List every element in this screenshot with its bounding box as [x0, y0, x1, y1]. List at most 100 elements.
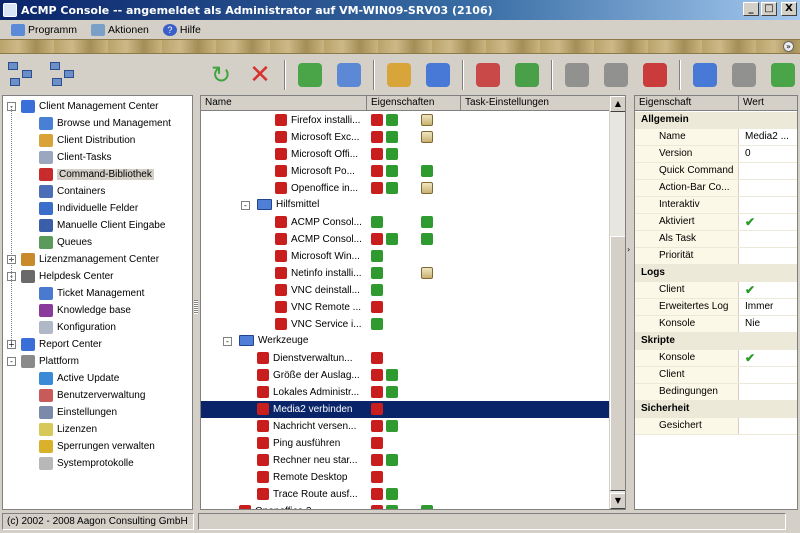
property-value[interactable]: Media2 ... [741, 129, 797, 145]
puzzle-grey-button[interactable] [562, 60, 592, 90]
tree-item-benutzerverwaltung[interactable]: Benutzerverwaltung [39, 387, 145, 404]
right-splitter[interactable]: › [626, 95, 634, 510]
property-row[interactable]: Name Media2 ... [635, 129, 797, 146]
list-item[interactable]: Firefox installi... [201, 112, 611, 129]
column-eigenschaften[interactable]: Eigenschaften [367, 96, 461, 111]
list-item[interactable]: - Hilfsmittel [201, 197, 611, 214]
left-splitter[interactable] [193, 95, 199, 510]
close-button[interactable]: X [781, 2, 797, 16]
new-command-button[interactable] [295, 60, 325, 90]
tree-item-client-management-center[interactable]: Client Management Center [21, 98, 159, 115]
property-row[interactable]: Version 0 [635, 146, 797, 163]
list-item[interactable]: VNC Service i... [201, 316, 611, 333]
scroll-up-button[interactable]: ▲ [610, 96, 625, 112]
property-value[interactable] [741, 384, 797, 400]
property-category[interactable]: Logs [635, 265, 797, 282]
property-row[interactable]: Client ✔ [635, 282, 797, 299]
property-row[interactable]: Gesichert [635, 418, 797, 435]
tree-item-client-tasks[interactable]: Client-Tasks [39, 149, 111, 166]
tree-item-knowledge-base[interactable]: Knowledge base [39, 302, 131, 319]
tree-item-active-update[interactable]: Active Update [39, 370, 119, 387]
list-item[interactable]: ACMP Consol... [201, 231, 611, 248]
chevron-right-icon[interactable]: › [627, 243, 633, 257]
tree-item-ticket-management[interactable]: Ticket Management [39, 285, 144, 302]
property-value[interactable] [741, 367, 797, 383]
list-item[interactable]: Ping ausführen [201, 435, 611, 452]
list-item[interactable]: Nachricht versen... [201, 418, 611, 435]
list-item[interactable]: Trace Route ausf... [201, 486, 611, 503]
property-value[interactable] [741, 180, 797, 196]
property-row[interactable]: Konsole Nie [635, 316, 797, 333]
puzzle-red-button[interactable] [640, 60, 670, 90]
list-item[interactable]: Microsoft Offi... [201, 146, 611, 163]
property-row[interactable]: Als Task [635, 231, 797, 248]
list-item[interactable]: Lokales Administr... [201, 384, 611, 401]
tree-item-helpdesk-center[interactable]: Helpdesk Center [21, 268, 113, 285]
tree-item-browse-und-management[interactable]: Browse und Management [39, 115, 171, 132]
property-value[interactable] [741, 248, 797, 264]
list-item[interactable]: Media2 verbinden [201, 401, 611, 418]
tree-item-lizenzen[interactable]: Lizenzen [39, 421, 97, 438]
list-item[interactable]: Openoffice 3 [201, 503, 611, 509]
property-value[interactable] [741, 231, 797, 247]
property-category[interactable]: Allgemein [635, 112, 797, 129]
package-button[interactable] [768, 60, 798, 90]
tree-item-plattform[interactable]: Plattform [21, 353, 79, 370]
menu-aktionen[interactable]: Aktionen [84, 23, 156, 36]
checkmark-icon[interactable]: ✔ [741, 350, 797, 366]
property-row[interactable]: Bedingungen [635, 384, 797, 401]
list-item[interactable]: VNC deinstall... [201, 282, 611, 299]
property-row[interactable]: Konsole ✔ [635, 350, 797, 367]
tree-item-lizenzmanagement-center[interactable]: Lizenzmanagement Center [21, 251, 159, 268]
comment-button[interactable] [729, 60, 759, 90]
tree-item-einstellungen[interactable]: Einstellungen [39, 404, 117, 421]
tree-item-manuelle-client-eingabe[interactable]: Manuelle Client Eingabe [39, 217, 165, 234]
minimize-button[interactable]: _ [743, 2, 759, 16]
checkmark-icon[interactable]: ✔ [741, 214, 797, 230]
tree-item-sperrungen-verwalten[interactable]: Sperrungen verwalten [39, 438, 155, 455]
property-row[interactable]: Client [635, 367, 797, 384]
tree-item-report-center[interactable]: Report Center [21, 336, 102, 353]
property-row[interactable]: Erweitertes Log Immer [635, 299, 797, 316]
chevron-down-icon[interactable]: » [783, 41, 794, 52]
column-wert[interactable]: Wert [739, 96, 797, 111]
property-row[interactable]: Priorität [635, 248, 797, 265]
property-row[interactable]: Aktiviert ✔ [635, 214, 797, 231]
tree-item-containers[interactable]: Containers [39, 183, 105, 200]
checkmark-icon[interactable]: ✔ [741, 282, 797, 298]
property-value[interactable] [741, 197, 797, 213]
refresh-button[interactable]: ↻ [206, 60, 236, 90]
list-item[interactable]: Remote Desktop [201, 469, 611, 486]
menu-programm[interactable]: Programm [4, 23, 84, 36]
list-item[interactable]: Microsoft Exc... [201, 129, 611, 146]
wizard-sparkle-button[interactable] [423, 60, 453, 90]
property-category[interactable]: Sicherheit [635, 401, 797, 418]
list-item[interactable]: VNC Remote ... [201, 299, 611, 316]
column-name[interactable]: Name [201, 96, 367, 111]
property-value[interactable] [741, 163, 797, 179]
tree-expander[interactable]: - [223, 337, 232, 346]
tree-expander[interactable]: - [7, 357, 16, 366]
property-row[interactable]: Action-Bar Co... [635, 180, 797, 197]
puzzle-grey2-button[interactable] [601, 60, 631, 90]
tree-item-individuelle-felder[interactable]: Individuelle Felder [39, 200, 138, 217]
list-item[interactable]: Microsoft Po... [201, 163, 611, 180]
shapes-button[interactable] [473, 60, 503, 90]
list-item[interactable]: Dienstverwaltun... [201, 350, 611, 367]
wizard-button[interactable] [384, 60, 414, 90]
property-value[interactable]: Immer [741, 299, 797, 315]
network-collapse-icon[interactable] [50, 60, 80, 90]
scroll-down-button[interactable]: ▼ [610, 493, 625, 509]
list-view-button[interactable] [690, 60, 720, 90]
column-task-einstellungen[interactable]: Task-Einstellungen [461, 96, 611, 111]
tree-item-konfiguration[interactable]: Konfiguration [39, 319, 116, 336]
open-folder-button[interactable] [334, 60, 364, 90]
script-function-button[interactable] [512, 60, 542, 90]
list-item[interactable]: Rechner neu star... [201, 452, 611, 469]
list-item[interactable]: Netinfo installi... [201, 265, 611, 282]
list-item[interactable]: Größe der Auslag... [201, 367, 611, 384]
property-value[interactable]: Nie [741, 316, 797, 332]
list-item[interactable]: ACMP Consol... [201, 214, 611, 231]
scroll-thumb[interactable] [610, 236, 625, 491]
property-value[interactable]: 0 [741, 146, 797, 162]
